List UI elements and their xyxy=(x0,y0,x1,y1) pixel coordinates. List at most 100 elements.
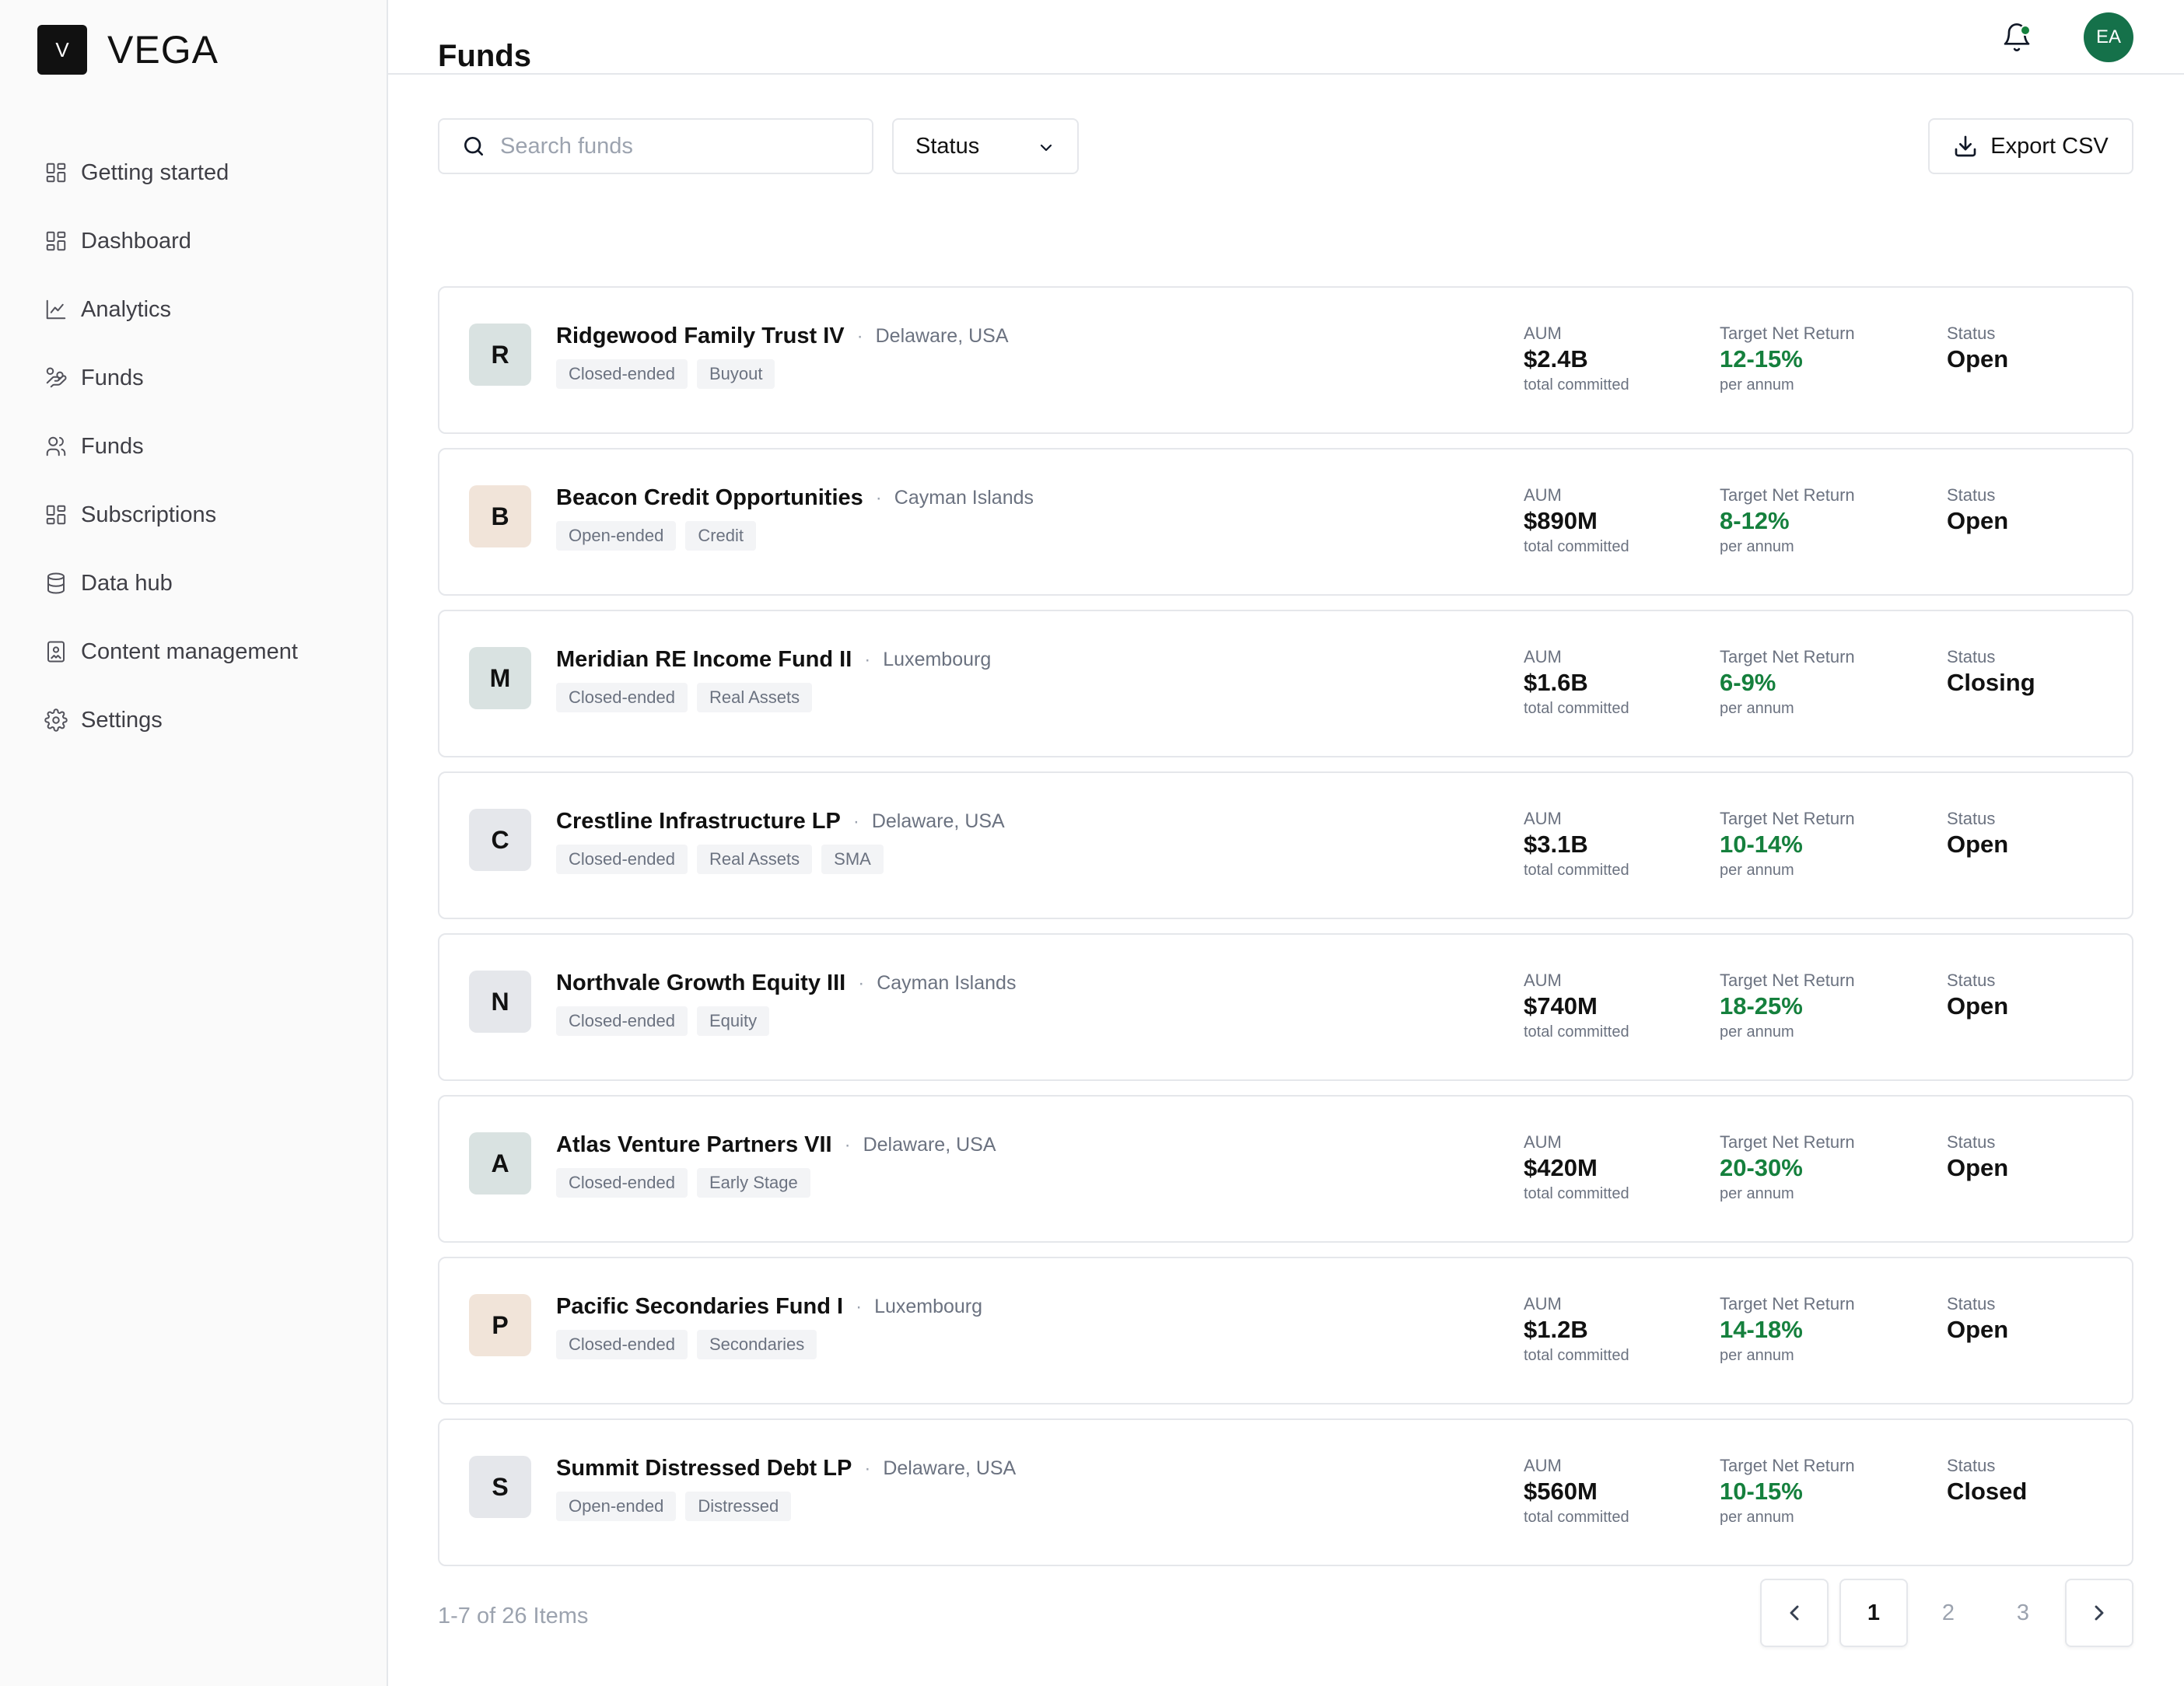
sidebar-item-analytics[interactable]: Analytics xyxy=(0,275,387,344)
sidebar-item-content-management[interactable]: Content management xyxy=(0,617,387,686)
fund-card[interactable]: N Northvale Growth Equity III · Cayman Isla… xyxy=(438,933,2133,1081)
fund-name[interactable]: Pacific Secondaries Fund I xyxy=(556,1294,843,1320)
fund-header: Summit Distressed Debt LP · Delaware, USA xyxy=(556,1456,1016,1481)
status-filter-select[interactable]: Status xyxy=(892,118,1079,174)
toolbar: Status Export CSV xyxy=(438,118,2133,174)
separator-dot: · xyxy=(844,1134,851,1156)
status-metric: Status Open xyxy=(1947,485,2008,535)
separator-dot: · xyxy=(864,649,871,670)
target-return-sublabel: per annum xyxy=(1720,1509,1794,1526)
status-filter-label: Status xyxy=(915,133,980,159)
sidebar-item-label: Analytics xyxy=(81,296,172,322)
sidebar: V VEGA Getting started Dashboard Analytics… xyxy=(0,0,388,1686)
brand[interactable]: V VEGA xyxy=(0,0,387,100)
target-return-value: 18-25% xyxy=(1720,992,1803,1020)
sidebar-item-funds[interactable]: Funds xyxy=(0,344,387,412)
notifications-button[interactable] xyxy=(1998,19,2035,56)
fund-card[interactable]: C Crestline Infrastructure LP · Delaware, U… xyxy=(438,771,2133,919)
fund-card[interactable]: R Ridgewood Family Trust IV · Delaware, USA… xyxy=(438,286,2133,434)
fund-card[interactable]: M Meridian RE Income Fund II · Luxembourg Cl… xyxy=(438,610,2133,757)
aum-sublabel: total committed xyxy=(1524,1185,1629,1202)
sidebar-item-label: Funds xyxy=(81,433,144,459)
status-value: Open xyxy=(1947,1316,2009,1343)
fund-tag: Closed-ended xyxy=(556,1330,688,1359)
status-metric: Status Closing xyxy=(1947,647,2035,697)
page-2-button[interactable]: 2 xyxy=(1914,1579,1983,1647)
fund-header: Ridgewood Family Trust IV · Delaware, USA xyxy=(556,324,1009,349)
status-label: Status xyxy=(1947,1294,1996,1313)
sidebar-item-getting-started[interactable]: Getting started xyxy=(0,138,387,207)
fund-tag: Equity xyxy=(696,1006,770,1036)
fund-location: Delaware, USA xyxy=(863,1134,996,1156)
search-icon xyxy=(464,137,483,156)
search-input[interactable] xyxy=(500,133,858,159)
grid-icon xyxy=(44,229,68,254)
fund-header: Meridian RE Income Fund II · Luxembourg xyxy=(556,647,991,673)
fund-name[interactable]: Meridian RE Income Fund II xyxy=(556,647,852,673)
fund-card[interactable]: B Beacon Credit Opportunities · Cayman Isla… xyxy=(438,448,2133,596)
status-label: Status xyxy=(1947,485,1996,505)
aum-metric: AUM $1.6B total committed xyxy=(1524,647,1629,718)
sidebar-item-dashboard[interactable]: Dashboard xyxy=(0,207,387,275)
download-icon xyxy=(1955,135,1976,157)
aum-sublabel: total committed xyxy=(1524,700,1629,717)
aum-label: AUM xyxy=(1524,1456,1562,1475)
fund-name[interactable]: Atlas Venture Partners VII xyxy=(556,1132,832,1158)
fund-name[interactable]: Summit Distressed Debt LP xyxy=(556,1456,852,1481)
fund-tag: Secondaries xyxy=(696,1330,817,1359)
export-csv-button[interactable]: Export CSV xyxy=(1928,118,2133,174)
fund-header: Beacon Credit Opportunities · Cayman Islan… xyxy=(556,485,1034,511)
previous-page-button[interactable] xyxy=(1760,1579,1829,1647)
sidebar-item-funds-2[interactable]: Funds xyxy=(0,412,387,481)
fund-card[interactable]: A Atlas Venture Partners VII · Delaware, US… xyxy=(438,1095,2133,1243)
status-metric: Status Open xyxy=(1947,1132,2008,1182)
status-value: Closed xyxy=(1947,1478,2028,1505)
sidebar-item-settings[interactable]: Settings xyxy=(0,686,387,754)
fund-tag: Distressed xyxy=(685,1492,792,1521)
page-3-button[interactable]: 3 xyxy=(1989,1579,2057,1647)
topbar: EA xyxy=(388,0,2184,75)
aum-label: AUM xyxy=(1524,647,1562,666)
fund-initial-badge: N xyxy=(469,971,531,1033)
aum-metric: AUM $3.1B total committed xyxy=(1524,809,1629,880)
status-metric: Status Open xyxy=(1947,324,2008,373)
status-value: Open xyxy=(1947,1154,2009,1181)
next-page-button[interactable] xyxy=(2065,1579,2133,1647)
fund-card[interactable]: P Pacific Secondaries Fund I · Luxembourg Cl… xyxy=(438,1257,2133,1404)
fund-tag: Closed-ended xyxy=(556,359,688,389)
sidebar-item-label: Funds xyxy=(81,365,144,390)
aum-value: $2.4B xyxy=(1524,345,1588,373)
status-label: Status xyxy=(1947,1456,1996,1475)
image-file-icon xyxy=(44,639,68,664)
sidebar-item-subscriptions[interactable]: Subscriptions xyxy=(0,481,387,549)
fund-tags: Closed-ended Real Assets SMA xyxy=(556,845,893,874)
fund-initial-badge: B xyxy=(469,485,531,547)
aum-sublabel: total committed xyxy=(1524,1023,1629,1041)
sidebar-item-data-hub[interactable]: Data hub xyxy=(0,549,387,617)
aum-value: $560M xyxy=(1524,1478,1598,1505)
aum-metric: AUM $1.2B total committed xyxy=(1524,1294,1629,1365)
status-label: Status xyxy=(1947,809,1996,828)
search-box[interactable] xyxy=(438,118,873,174)
target-return-sublabel: per annum xyxy=(1720,1023,1794,1041)
fund-name[interactable]: Ridgewood Family Trust IV xyxy=(556,324,845,349)
fund-tag: Closed-ended xyxy=(556,683,688,712)
aum-label: AUM xyxy=(1524,971,1562,990)
fund-name[interactable]: Beacon Credit Opportunities xyxy=(556,485,863,511)
target-return-label: Target Net Return xyxy=(1720,485,1855,505)
sidebar-item-label: Content management xyxy=(81,638,298,664)
fund-initial-badge: S xyxy=(469,1456,531,1518)
fund-name[interactable]: Crestline Infrastructure LP xyxy=(556,809,841,834)
separator-dot: · xyxy=(856,325,863,347)
target-return-value: 12-15% xyxy=(1720,345,1803,373)
fund-name[interactable]: Northvale Growth Equity III xyxy=(556,971,845,996)
target-return-metric: Target Net Return 20-30% per annum xyxy=(1720,1132,1855,1203)
avatar[interactable]: EA xyxy=(2084,12,2133,62)
status-metric: Status Open xyxy=(1947,809,2008,859)
page-1-button[interactable]: 1 xyxy=(1839,1579,1908,1647)
target-return-sublabel: per annum xyxy=(1720,1347,1794,1364)
status-metric: Status Closed xyxy=(1947,1456,2027,1506)
sidebar-item-label: Subscriptions xyxy=(81,502,217,527)
aum-value: $1.6B xyxy=(1524,669,1588,696)
fund-card[interactable]: S Summit Distressed Debt LP · Delaware, USA… xyxy=(438,1418,2133,1566)
